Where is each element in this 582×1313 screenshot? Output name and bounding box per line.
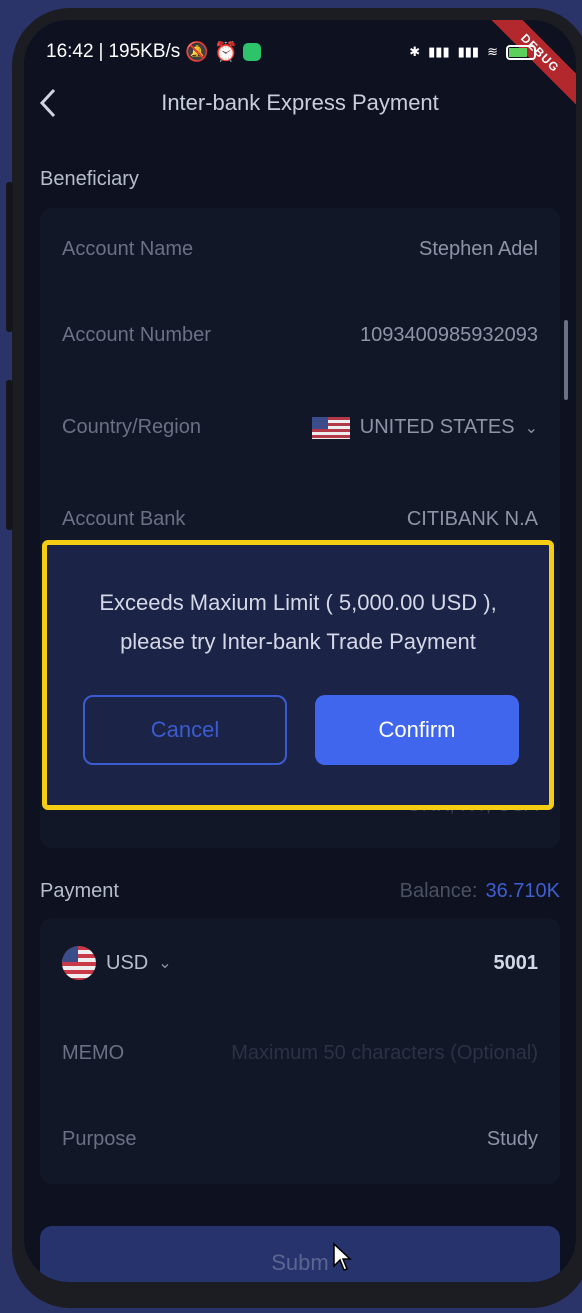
signal-icon: ▮▮▮ <box>428 44 450 59</box>
submit-button[interactable]: Subm <box>40 1226 560 1282</box>
row-account-number: Account Number 1093400985932093 <box>62 324 538 346</box>
nav-bar: Inter-bank Express Payment <box>24 80 576 130</box>
us-flag-icon <box>311 416 350 439</box>
mouse-cursor-icon <box>333 1242 352 1271</box>
status-time: 16:42 <box>46 41 94 62</box>
cancel-button[interactable]: Cancel <box>83 695 287 765</box>
limit-dialog: Exceeds Maxium Limit ( 5,000.00 USD ), p… <box>42 540 554 810</box>
battery-icon <box>506 44 536 60</box>
page-title: Inter-bank Express Payment <box>161 90 439 115</box>
memo-input[interactable]: Maximum 50 characters (Optional) <box>231 1042 538 1065</box>
alarm-icon: ⏰ <box>213 42 238 63</box>
row-account-name: Account Name Stephen Adel <box>62 238 538 260</box>
balance: Balance: 36.710K <box>399 880 560 902</box>
currency-selector[interactable]: USD ⌄ <box>62 946 172 980</box>
bluetooth-icon: ✱ <box>409 44 421 59</box>
row-purpose[interactable]: Purpose Study <box>62 1128 538 1151</box>
wechat-icon <box>242 43 261 61</box>
wifi-icon: ≋ <box>487 44 498 59</box>
beneficiary-section-title: Beneficiary <box>40 168 139 190</box>
scrollbar[interactable] <box>564 320 568 400</box>
row-country-region[interactable]: Country/Region UNITED STATES ⌄ <box>62 416 538 439</box>
chevron-down-icon: ⌄ <box>524 419 538 437</box>
status-speed: 195KB/s <box>108 41 181 62</box>
row-account-bank: Account Bank CITIBANK N.A <box>62 508 538 530</box>
us-flag-icon <box>62 946 96 980</box>
signal-icon: ▮▮▮ <box>457 44 480 59</box>
phone-side-button <box>6 380 13 530</box>
payment-section-title: Payment <box>40 880 119 902</box>
row-memo: MEMO Maximum 50 characters (Optional) <box>62 1042 538 1065</box>
phone-side-button <box>6 182 13 332</box>
row-currency-amount: USD ⌄ 5001 <box>62 946 538 980</box>
balance-value: 36.710K <box>485 880 560 902</box>
chevron-down-icon: ⌄ <box>158 955 172 972</box>
mute-icon: 🔕 <box>185 42 209 63</box>
status-bar: 16:42 | 195KB/s 🔕 ⏰ ✱ ▮▮▮ ▮▮▮ ≋ <box>24 32 576 72</box>
dialog-message: Exceeds Maxium Limit ( 5,000.00 USD ), p… <box>99 590 497 654</box>
confirm-button[interactable]: Confirm <box>315 695 519 765</box>
amount-input[interactable]: 5001 <box>494 952 539 975</box>
payment-card: USD ⌄ 5001 MEMO Maximum 50 characters (O… <box>40 918 560 1184</box>
